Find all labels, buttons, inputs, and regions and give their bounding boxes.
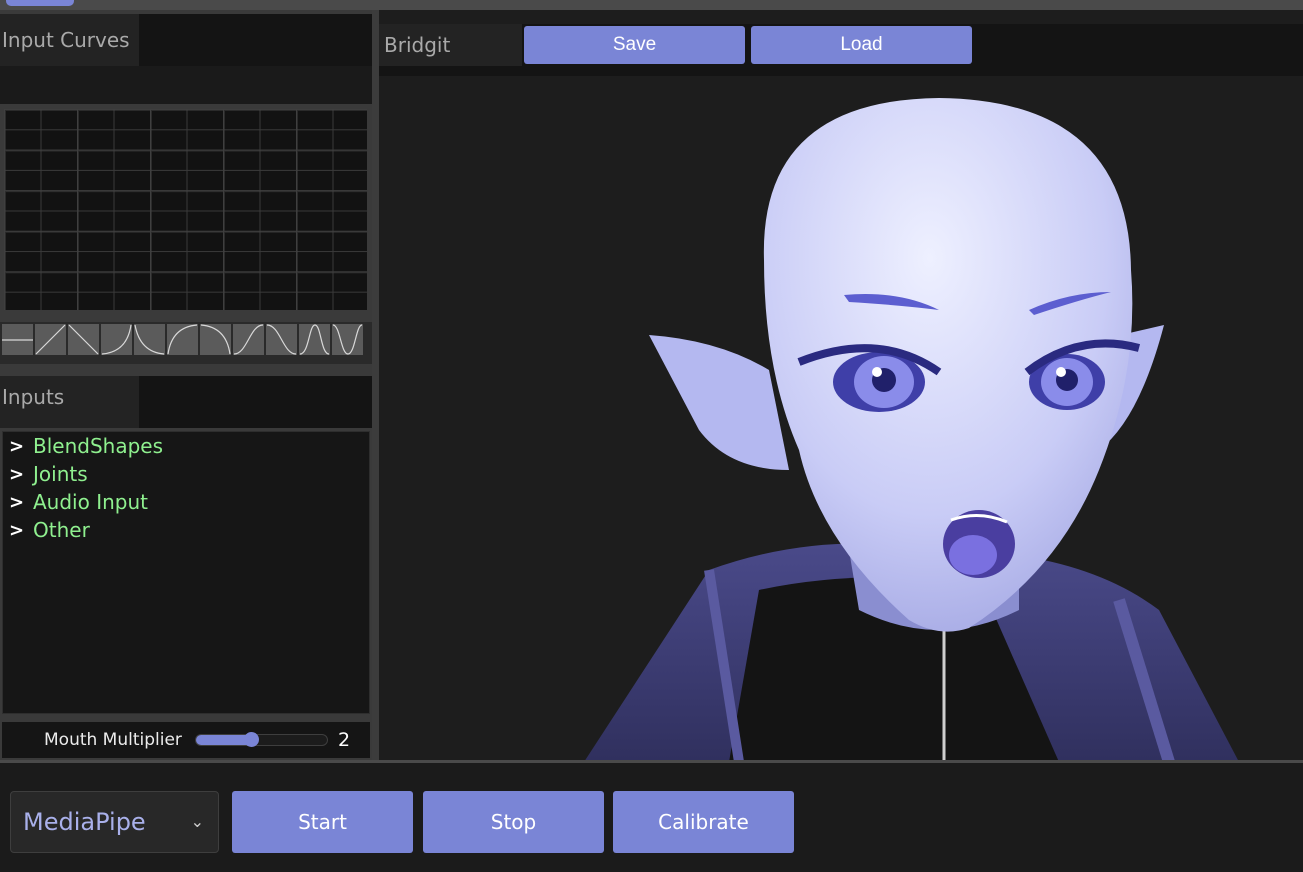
linear-up-curve-icon[interactable]	[35, 324, 66, 355]
tracker-select-value: MediaPipe	[23, 808, 146, 836]
save-button[interactable]: Save	[524, 26, 745, 64]
vertical-divider[interactable]	[372, 10, 379, 762]
ease-in-up-curve-icon[interactable]	[101, 324, 132, 355]
s-curve-down-icon[interactable]	[266, 324, 297, 355]
stop-button[interactable]: Stop	[423, 791, 604, 853]
expand-arrow-icon[interactable]: >	[3, 492, 33, 513]
valley-curve-icon[interactable]	[332, 324, 363, 355]
linear-down-curve-icon[interactable]	[68, 324, 99, 355]
tree-item-joints[interactable]: > Joints	[3, 460, 369, 488]
load-button[interactable]: Load	[751, 26, 972, 64]
avatar-render	[584, 98, 1239, 762]
curve-subbar	[0, 66, 372, 104]
model-name: Bridgit	[379, 24, 522, 66]
tree-item-other[interactable]: > Other	[3, 516, 369, 544]
input-curves-title: Input Curves	[0, 14, 139, 66]
expand-arrow-icon[interactable]: >	[3, 464, 33, 485]
mouth-multiplier-value: 2	[338, 729, 351, 751]
bottom-toolbar: MediaPipe ⌄ Start Stop Calibrate	[0, 763, 1303, 872]
start-button[interactable]: Start	[232, 791, 413, 853]
bell-curve-icon[interactable]	[299, 324, 330, 355]
slider-fill	[196, 735, 251, 745]
ease-out-up-curve-icon[interactable]	[167, 324, 198, 355]
inputs-tree: > BlendShapes > Joints > Audio Input > O…	[2, 431, 370, 714]
s-curve-up-icon[interactable]	[233, 324, 264, 355]
inputs-header: Inputs	[0, 376, 372, 428]
tree-item-label: Audio Input	[33, 490, 148, 514]
mouth-multiplier-label: Mouth Multiplier	[44, 730, 182, 750]
input-curves-header: Input Curves	[0, 14, 372, 66]
tracker-select[interactable]: MediaPipe ⌄	[10, 791, 219, 853]
ease-in-down-curve-icon[interactable]	[134, 324, 165, 355]
flat-curve-icon[interactable]	[2, 324, 33, 355]
curve-graph-grid[interactable]	[3, 108, 368, 311]
mouth-multiplier-slider[interactable]	[195, 732, 328, 747]
chevron-down-icon: ⌄	[190, 812, 204, 831]
curve-preset-bar	[0, 322, 372, 364]
inputs-title: Inputs	[0, 376, 139, 428]
calibrate-button[interactable]: Calibrate	[613, 791, 794, 853]
tree-item-label: Joints	[33, 462, 88, 486]
mouth-multiplier-row: Mouth Multiplier 2	[2, 722, 370, 758]
expand-arrow-icon[interactable]: >	[3, 520, 33, 541]
slider-thumb[interactable]	[244, 732, 259, 747]
expand-arrow-icon[interactable]: >	[3, 436, 33, 457]
top-bar	[0, 0, 1303, 10]
tree-item-audio-input[interactable]: > Audio Input	[3, 488, 369, 516]
ease-out-down-curve-icon[interactable]	[200, 324, 231, 355]
tree-item-label: BlendShapes	[33, 434, 163, 458]
tree-item-label: Other	[33, 518, 90, 542]
tree-item-blendshapes[interactable]: > BlendShapes	[3, 432, 369, 460]
top-tab[interactable]	[6, 0, 74, 6]
avatar-viewport[interactable]: Bridgit Save Load	[379, 10, 1303, 762]
